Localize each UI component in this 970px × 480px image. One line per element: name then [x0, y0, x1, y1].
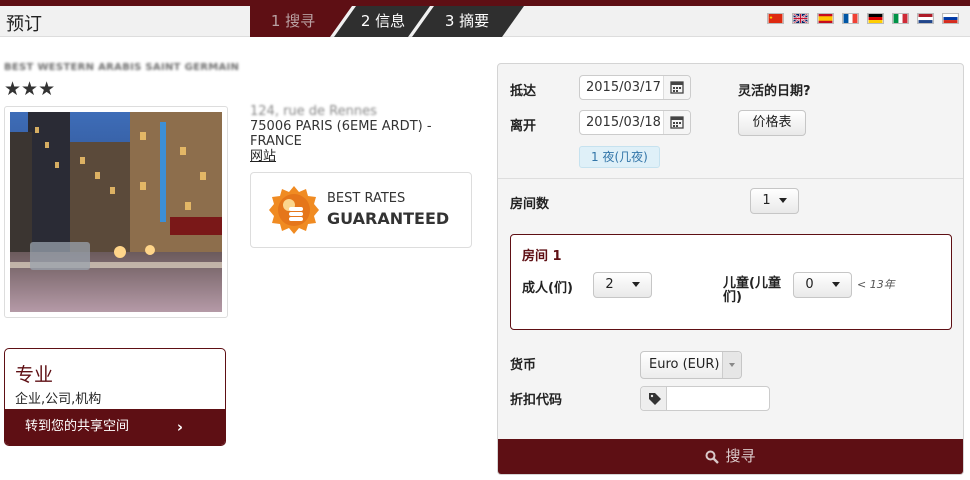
- departure-date-value: 2015/03/18: [586, 115, 661, 130]
- room-1-box: 房间 1 成人(们) 2 儿童(儿童们) 0 < 13年: [510, 234, 952, 330]
- rooms-select[interactable]: 1: [750, 188, 799, 214]
- nights-badge: 1 夜(几夜): [579, 146, 660, 168]
- departure-label: 离开: [510, 119, 537, 134]
- children-select[interactable]: 0: [793, 272, 852, 298]
- rooms-value: 1: [762, 193, 771, 208]
- search-button-label: 搜寻: [725, 447, 756, 465]
- panel-divider: [498, 178, 963, 179]
- website-link[interactable]: 网站: [250, 149, 460, 164]
- caret-down-icon: [631, 282, 640, 287]
- badge-line-1: BEST RATES: [327, 191, 406, 206]
- adults-label: 成人(们): [522, 281, 573, 296]
- badge-line-2: GUARANTEED: [327, 209, 450, 228]
- italian-flag-icon[interactable]: [892, 13, 909, 24]
- step-label: 3 摘要: [444, 12, 490, 30]
- chevron-right-icon: ›: [176, 418, 183, 436]
- departure-date-field[interactable]: 2015/03/18: [579, 110, 691, 135]
- children-age-note: < 13年: [857, 278, 895, 291]
- arrival-label: 抵达: [510, 84, 537, 99]
- professional-subtitle: 企业,公司,机构: [15, 392, 102, 407]
- hotel-address: 124, rue de Rennes 75006 PARIS (6EME ARD…: [250, 104, 460, 164]
- arrival-date-field[interactable]: 2015/03/17: [579, 75, 691, 100]
- chinese-flag-icon[interactable]: [767, 13, 784, 24]
- best-rates-badge: BEST RATES GUARANTEED: [250, 172, 472, 248]
- spanish-flag-icon[interactable]: [817, 13, 834, 24]
- currency-value: Euro (EUR): [649, 357, 720, 372]
- hotel-city: 75006 PARIS (6EME ARDT) -: [250, 119, 432, 134]
- arrival-date-value: 2015/03/17: [586, 80, 661, 95]
- russian-flag-icon[interactable]: [942, 13, 959, 24]
- children-label: 儿童(儿童们): [723, 276, 781, 305]
- page-title: 预订: [6, 14, 42, 35]
- hotel-photo-frame: [4, 106, 228, 318]
- british-flag-icon[interactable]: [792, 13, 809, 24]
- professional-title: 专业: [15, 364, 54, 386]
- promo-code-input[interactable]: [668, 387, 768, 410]
- hotel-country: FRANCE: [250, 134, 302, 149]
- best-rates-seal-icon: [269, 186, 319, 234]
- rooms-label: 房间数: [510, 197, 550, 212]
- rate-table-button[interactable]: 价格表: [738, 110, 806, 136]
- caret-down-icon: [778, 198, 787, 203]
- hotel-name: BEST WESTERN ARABIS SAINT GERMAIN: [4, 62, 240, 73]
- search-icon: [705, 450, 720, 464]
- caret-down-icon: [831, 282, 840, 287]
- star-rating: ★★★: [4, 78, 56, 100]
- german-flag-icon[interactable]: [867, 13, 884, 24]
- professional-box: 专业 企业,公司,机构 转到您的共享空间 ›: [4, 348, 226, 446]
- search-button[interactable]: 搜寻: [498, 439, 963, 474]
- flexible-dates-label[interactable]: 灵活的日期?: [738, 80, 811, 99]
- tag-icon: [641, 387, 667, 410]
- promo-code-label: 折扣代码: [510, 393, 563, 408]
- french-flag-icon[interactable]: [842, 13, 859, 24]
- children-value: 0: [805, 277, 814, 292]
- room-1-title: 房间 1: [522, 249, 562, 264]
- step-summary[interactable]: 3 摘要: [412, 6, 524, 37]
- hotel-street: 124, rue de Rennes: [250, 104, 377, 119]
- shared-space-button[interactable]: 转到您的共享空间 ›: [5, 409, 225, 445]
- promo-code-field: [640, 386, 770, 411]
- adults-select[interactable]: 2: [593, 272, 652, 298]
- calendar-icon[interactable]: [663, 111, 690, 134]
- shared-space-button-label: 转到您的共享空间: [25, 419, 130, 434]
- adults-value: 2: [605, 277, 614, 292]
- dropdown-arrow-icon: [722, 352, 741, 378]
- hotel-photo[interactable]: [10, 112, 222, 312]
- dutch-flag-icon[interactable]: [917, 13, 934, 24]
- currency-select[interactable]: Euro (EUR): [640, 351, 742, 379]
- calendar-icon[interactable]: [663, 76, 690, 99]
- currency-label: 货币: [510, 358, 537, 373]
- booking-panel: 抵达 2015/03/17 灵活的日期? 离开 2015/03/18 价格表 1…: [497, 63, 964, 475]
